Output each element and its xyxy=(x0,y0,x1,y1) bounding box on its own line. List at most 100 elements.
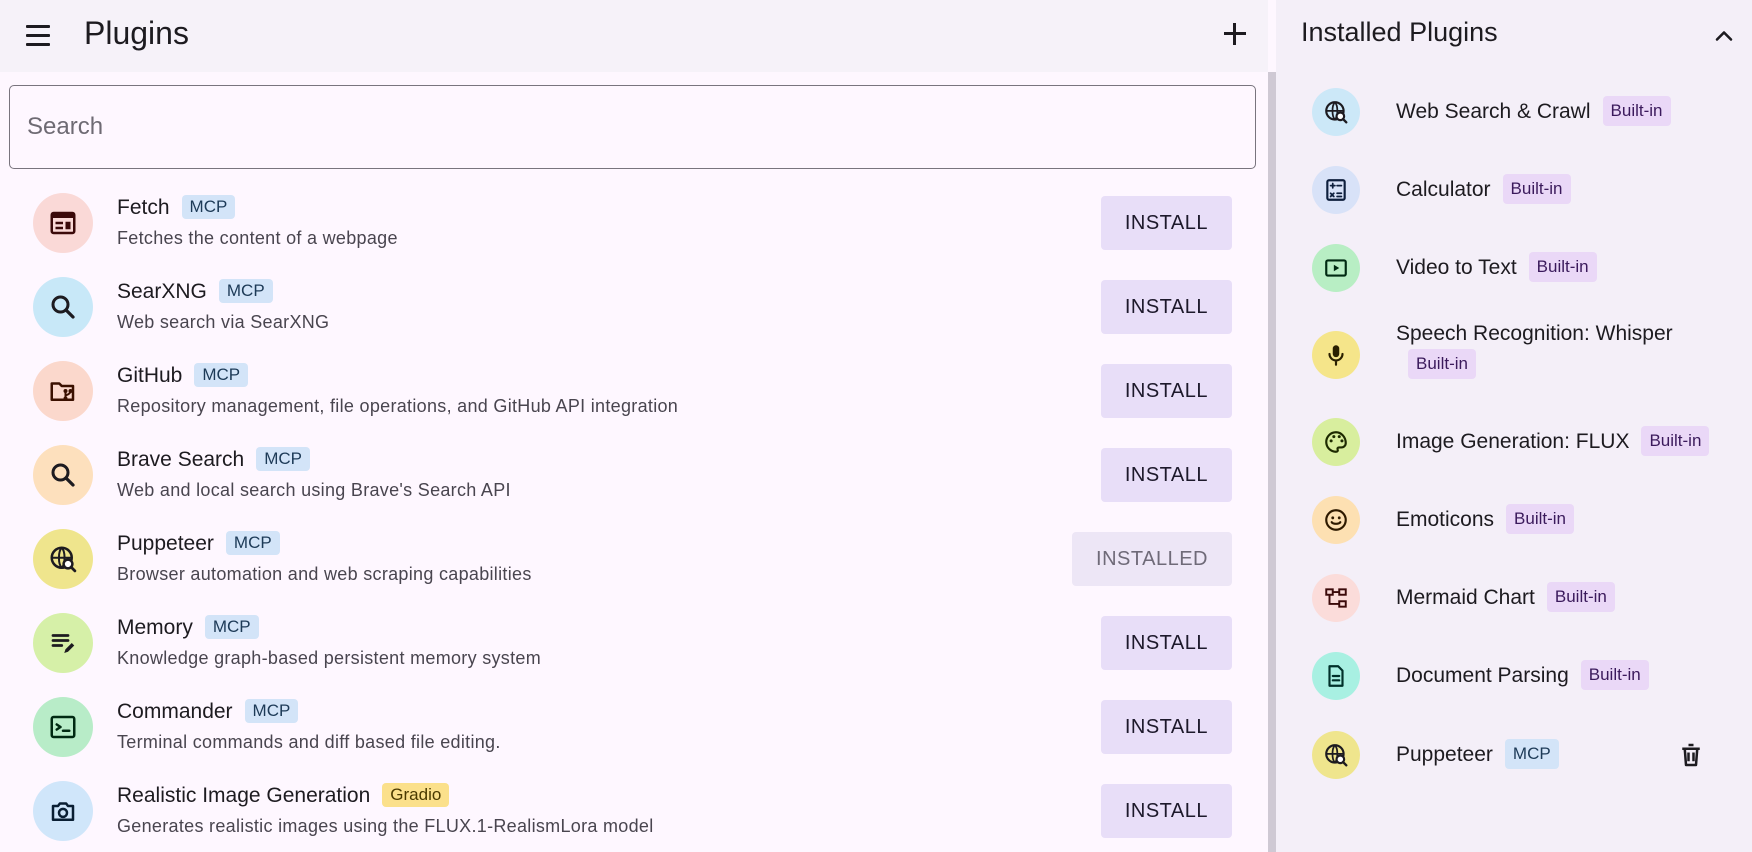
install-button[interactable]: INSTALL xyxy=(1100,700,1232,754)
installed-plugin-row[interactable]: Web Search & Crawl Built-in xyxy=(1276,73,1752,151)
installed-plugin-row[interactable]: Image Generation: FLUX Built-in xyxy=(1276,403,1752,481)
install-button[interactable]: INSTALL xyxy=(1100,364,1232,418)
install-button[interactable]: INSTALL xyxy=(1100,784,1232,838)
installed-plugin-name-text: Image Generation: FLUX xyxy=(1396,430,1630,453)
top-app-bar: Plugins xyxy=(0,0,1268,72)
microphone-icon xyxy=(1323,342,1349,368)
camera-icon xyxy=(48,796,78,826)
plugin-type-badge: MCP xyxy=(194,363,249,387)
plugin-type-badge: MCP xyxy=(225,531,280,555)
install-button[interactable]: INSTALL xyxy=(1100,280,1232,334)
install-button[interactable]: INSTALL xyxy=(1100,196,1232,250)
plugin-row: Brave Search MCP Web and local search usin… xyxy=(0,433,1268,517)
installed-plugin-row[interactable]: Speech Recognition: Whisper Built-in xyxy=(1276,307,1752,403)
plugin-avatar xyxy=(33,193,93,253)
trash-icon[interactable] xyxy=(1676,740,1706,770)
plugin-avatar xyxy=(33,781,93,841)
plugin-name: Realistic Image Generation Gradio xyxy=(117,783,450,808)
plugin-name: Commander MCP xyxy=(117,699,299,724)
edit-note-icon xyxy=(48,628,78,658)
plugin-name: Fetch MCP xyxy=(117,195,236,220)
plugin-description: Repository management, file operations, … xyxy=(117,396,679,416)
installed-plugin-row[interactable]: Calculator Built-in xyxy=(1276,151,1752,229)
installed-plugin-name-text: Calculator xyxy=(1396,178,1491,201)
plugin-description: Web and local search using Brave's Searc… xyxy=(117,480,511,500)
installed-plugin-name: Image Generation: FLUX Built-in xyxy=(1396,426,1736,456)
plugin-description: Fetches the content of a webpage xyxy=(117,228,398,248)
plugin-description: Knowledge graph-based persistent memory … xyxy=(117,648,541,668)
globe-search-icon xyxy=(48,544,78,574)
plugin-avatar xyxy=(33,277,93,337)
globe-search-icon xyxy=(1323,742,1349,768)
plugin-row: Memory MCP Knowledge graph-based persisten… xyxy=(0,601,1268,685)
plugin-row: Realistic Image Generation Gradio Generate… xyxy=(0,769,1268,852)
installed-plugin-name: Web Search & Crawl Built-in xyxy=(1396,96,1736,126)
globe-search-icon xyxy=(1323,99,1349,125)
web-page-icon xyxy=(48,208,78,238)
terminal-icon xyxy=(48,712,78,742)
plugin-type-badge: MCP xyxy=(181,195,236,219)
plugin-row: SearXNG MCP Web search via SearXNG INSTALL xyxy=(0,265,1268,349)
installed-plugin-name: Speech Recognition: Whisper Built-in xyxy=(1396,321,1736,379)
chevron-up-icon[interactable] xyxy=(1710,22,1738,50)
plugin-name: Memory MCP xyxy=(117,615,259,640)
plugin-row: GitHub MCP Repository management, file ope… xyxy=(0,349,1268,433)
installed-plugin-name: Emoticons Built-in xyxy=(1396,504,1736,534)
video-icon xyxy=(1323,255,1349,281)
installed-plugin-name: Document Parsing Built-in xyxy=(1396,660,1736,690)
installed-plugin-avatar xyxy=(1312,496,1360,544)
search-input[interactable] xyxy=(9,85,1256,169)
menu-icon[interactable] xyxy=(22,22,54,50)
plugin-avatar xyxy=(33,613,93,673)
installed-plugin-avatar xyxy=(1312,418,1360,466)
add-plugin-button[interactable] xyxy=(1218,18,1250,50)
installed-plugin-badge: Built-in xyxy=(1602,96,1671,126)
plugins-app: Plugins Fetch MCP Fetches the content of a… xyxy=(0,0,1752,852)
plugin-name: SearXNG MCP xyxy=(117,279,273,304)
plugin-description: Browser automation and web scraping capa… xyxy=(117,564,532,584)
installed-plugin-badge: Built-in xyxy=(1641,426,1710,456)
scrollbar-thumb[interactable] xyxy=(1268,72,1276,852)
install-button[interactable]: INSTALL xyxy=(1100,448,1232,502)
plugin-list: Fetch MCP Fetches the content of a webpage… xyxy=(0,181,1268,852)
installed-plugin-name-text: Speech Recognition: Whisper xyxy=(1396,322,1673,345)
plugin-name: Brave Search MCP xyxy=(117,447,311,472)
smiley-icon xyxy=(1323,507,1349,533)
installed-plugin-badge: Built-in xyxy=(1580,660,1649,690)
installed-plugin-row[interactable]: Emoticons Built-in xyxy=(1276,481,1752,559)
installed-plugin-name-text: Emoticons xyxy=(1396,508,1495,531)
installed-plugin-avatar xyxy=(1312,574,1360,622)
installed-plugin-badge: Built-in xyxy=(1502,174,1571,204)
installed-button[interactable]: INSTALLED xyxy=(1072,532,1232,586)
plugin-name-text: SearXNG xyxy=(117,280,207,303)
plugin-avatar xyxy=(33,529,93,589)
plugin-description: Terminal commands and diff based file ed… xyxy=(117,732,501,752)
install-button[interactable]: INSTALL xyxy=(1100,616,1232,670)
installed-plugin-avatar xyxy=(1312,652,1360,700)
plugin-name-text: Commander xyxy=(117,700,233,723)
installed-plugins-panel: Installed Plugins Web Search & Crawl Buil… xyxy=(1276,0,1752,852)
plugin-description: Web search via SearXNG xyxy=(117,312,330,332)
plugin-type-badge: MCP xyxy=(256,447,311,471)
installed-plugin-name: Calculator Built-in xyxy=(1396,174,1736,204)
calculator-icon xyxy=(1323,177,1349,203)
installed-plugin-avatar xyxy=(1312,331,1360,379)
installed-plugin-row[interactable]: Puppeteer MCP xyxy=(1276,715,1752,795)
palette-icon xyxy=(1323,429,1349,455)
installed-plugin-avatar xyxy=(1312,88,1360,136)
page-title: Plugins xyxy=(84,15,189,51)
installed-plugin-row[interactable]: Document Parsing Built-in xyxy=(1276,637,1752,715)
plugin-description: Generates realistic images using the FLU… xyxy=(117,816,654,836)
installed-plugin-name-text: Video to Text xyxy=(1396,256,1517,279)
search-icon xyxy=(48,292,78,322)
installed-plugin-row[interactable]: Mermaid Chart Built-in xyxy=(1276,559,1752,637)
plugin-name-text: Memory xyxy=(117,616,193,639)
installed-plugin-row[interactable]: Video to Text Built-in xyxy=(1276,229,1752,307)
plugin-type-badge: Gradio xyxy=(382,783,450,807)
plugin-name-text: Brave Search xyxy=(117,448,245,471)
installed-plugin-avatar xyxy=(1312,166,1360,214)
plugin-row: Fetch MCP Fetches the content of a webpage… xyxy=(0,181,1268,265)
plugin-name: GitHub MCP xyxy=(117,363,249,388)
plugin-avatar xyxy=(33,361,93,421)
installed-plugin-badge: Built-in xyxy=(1506,504,1575,534)
